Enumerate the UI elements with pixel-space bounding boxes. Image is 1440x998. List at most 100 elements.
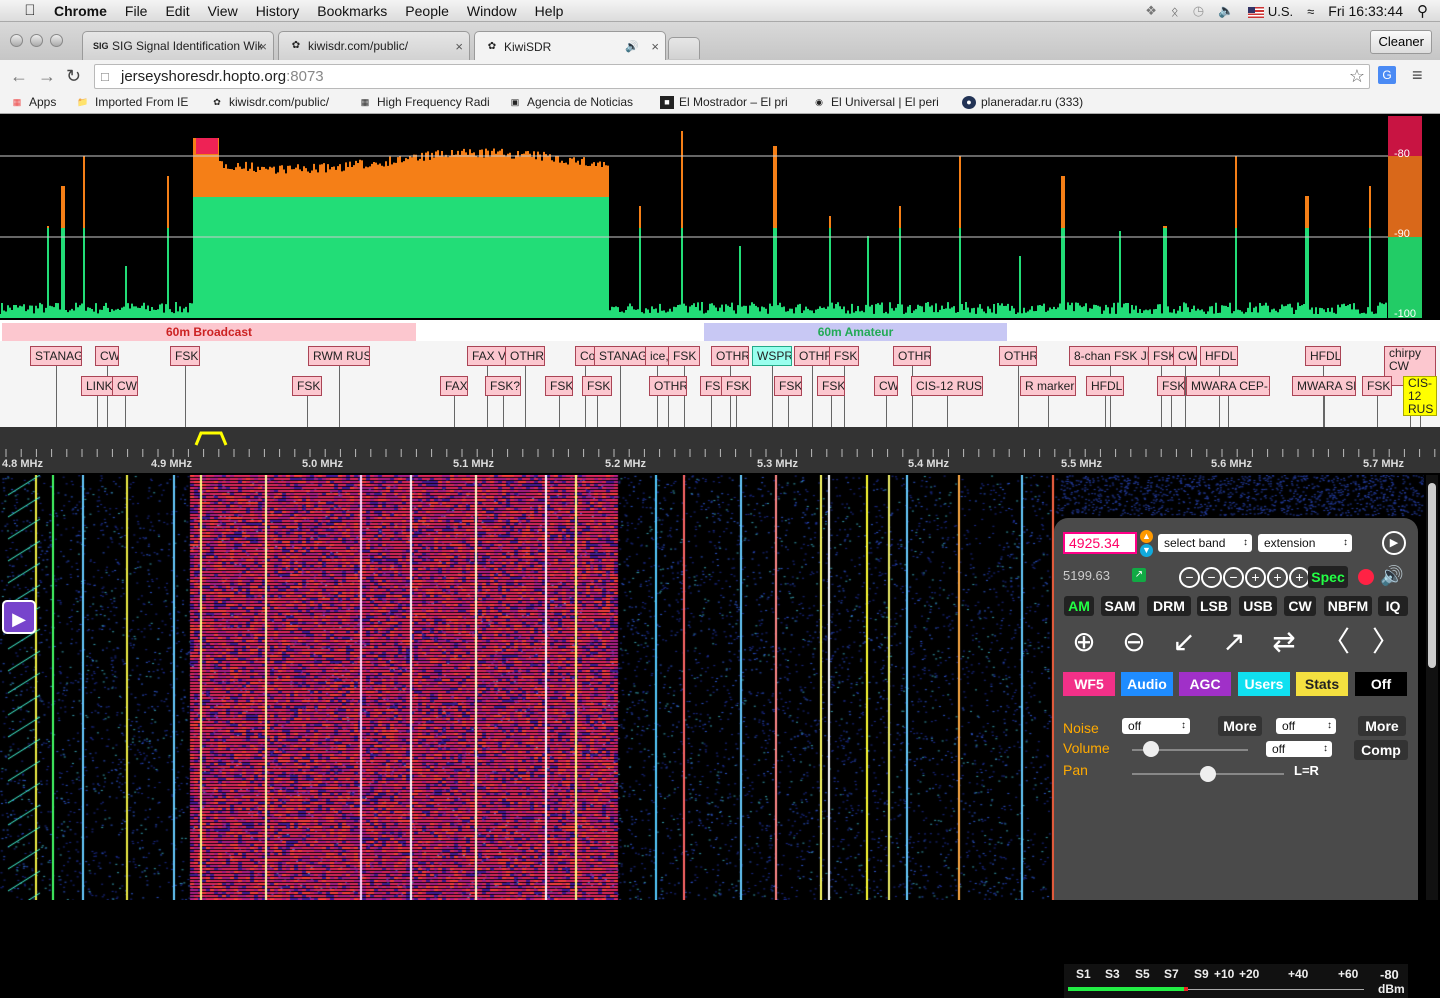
signal-label[interactable]: FSK — [817, 376, 845, 396]
signal-label[interactable]: OTHR — [794, 346, 830, 366]
signal-label[interactable]: CW — [112, 376, 138, 396]
pan-knob[interactable] — [1200, 766, 1216, 782]
mode-am[interactable]: AM — [1064, 596, 1094, 616]
waterfall-scrollbar[interactable] — [1426, 475, 1438, 900]
mode-iq[interactable]: IQ — [1378, 596, 1408, 616]
noise-dropdown-2[interactable]: off ↕ — [1276, 718, 1336, 734]
url-input[interactable]: □ jerseyshoresdr.hopto.org:8073 ☆ — [94, 64, 1370, 89]
bookmark-el-universal[interactable]: ◉ El Universal | El peri — [812, 95, 946, 109]
volume-dropdown[interactable]: off ↕ — [1266, 741, 1332, 757]
band-60m-broadcast[interactable]: 60m Broadcast — [2, 323, 416, 341]
signal-label[interactable]: OTHR — [505, 346, 545, 366]
signal-label[interactable]: FAX — [440, 376, 468, 396]
speaker-icon[interactable]: 🔊 — [1380, 564, 1404, 588]
signal-label[interactable]: FAX VI — [467, 346, 507, 366]
signal-label[interactable]: FSK — [721, 376, 751, 396]
menu-bookmarks[interactable]: Bookmarks — [317, 3, 387, 19]
cleaner-button[interactable]: Cleaner — [1370, 30, 1432, 54]
zoom-in-icon[interactable]: + — [1289, 567, 1310, 588]
bookmark-imported-ie[interactable]: 📁 Imported From IE — [76, 95, 188, 109]
wifi-icon[interactable]: ≈ — [1307, 4, 1314, 19]
signal-label[interactable]: MWARA CEP-1 — [1186, 376, 1270, 396]
volume-knob[interactable] — [1143, 741, 1159, 757]
menu-view[interactable]: View — [208, 3, 238, 19]
more-button[interactable]: More — [1218, 716, 1262, 736]
translate-icon[interactable]: G — [1378, 66, 1396, 84]
side-play-icon[interactable]: ▶ — [2, 600, 36, 634]
signal-label[interactable]: FSK — [545, 376, 573, 396]
menu-help[interactable]: Help — [535, 3, 564, 19]
tab-users[interactable]: Users — [1238, 672, 1290, 696]
menu-edit[interactable]: Edit — [165, 3, 189, 19]
tab-audio-icon[interactable]: 🔊 — [625, 40, 639, 53]
external-link-icon[interactable]: ↗ — [1132, 568, 1146, 582]
signal-label[interactable]: FSK — [1362, 376, 1392, 396]
spotlight-search-icon[interactable]: ⚲ — [1417, 2, 1428, 20]
band-60m-amateur[interactable]: 60m Amateur — [704, 323, 1007, 341]
chevron-left-icon[interactable]: 〈 — [1316, 622, 1356, 662]
apple-icon[interactable]:  — [20, 2, 40, 19]
frequency-scale[interactable]: 4.8 MHz 4.9 MHz 5.0 MHz 5.1 MHz 5.2 MHz … — [0, 427, 1440, 473]
tab-close-icon[interactable]: × — [455, 39, 463, 54]
input-source-menu[interactable]: U.S. — [1248, 4, 1293, 19]
shrink-icon[interactable]: ↙ — [1164, 622, 1204, 662]
clock[interactable]: Fri 16:33:44 — [1328, 3, 1403, 19]
chevron-right-icon[interactable]: 〉 — [1366, 622, 1406, 662]
window-zoom-icon[interactable] — [50, 34, 63, 47]
more-button-2[interactable]: More — [1358, 716, 1406, 736]
signal-label[interactable]: 8-chan FSK JP — [1069, 346, 1151, 366]
mode-cw[interactable]: CW — [1284, 596, 1316, 616]
chrome-menu-icon[interactable]: ≡ — [1412, 65, 1423, 86]
zoom-out-icon[interactable]: − — [1201, 567, 1222, 588]
signal-label[interactable]: FSK — [170, 346, 200, 366]
frequency-input[interactable]: 4925.34 — [1063, 532, 1137, 554]
tab-kiwisdr-public[interactable]: ✿ kiwisdr.com/public/ × — [278, 31, 470, 60]
mode-drm[interactable]: DRM — [1147, 596, 1191, 616]
expand-icon[interactable]: ↗ — [1214, 622, 1254, 662]
signal-label[interactable]: HFDL — [1086, 376, 1124, 396]
time-machine-icon[interactable]: ◷ — [1193, 3, 1204, 19]
noise-dropdown[interactable]: off ↕ — [1122, 718, 1190, 734]
zoom-in-icon[interactable]: + — [1245, 567, 1266, 588]
window-close-icon[interactable] — [10, 34, 23, 47]
signal-label[interactable]: STANAG — [30, 346, 82, 366]
signal-label[interactable]: FSK — [582, 376, 612, 396]
mode-sam[interactable]: SAM — [1101, 596, 1139, 616]
signal-label[interactable]: OTHR — [711, 346, 749, 366]
signal-label[interactable]: FSK — [700, 376, 722, 396]
bookmark-apps[interactable]: ▦ Apps — [10, 95, 57, 109]
freq-step-icon[interactable]: ▲ — [1140, 530, 1153, 543]
bookmark-hf-radio[interactable]: ▦ High Frequency Radi — [358, 95, 493, 109]
signal-label[interactable]: FSK — [1148, 346, 1174, 366]
menu-history[interactable]: History — [256, 3, 300, 19]
menu-app-name[interactable]: Chrome — [54, 3, 107, 19]
menu-window[interactable]: Window — [467, 3, 517, 19]
window-minimize-icon[interactable] — [30, 34, 43, 47]
signal-label[interactable]: FSK — [292, 376, 322, 396]
signal-label[interactable]: HFDL — [1305, 346, 1341, 366]
bookmark-planeradar[interactable]: ● planeradar.ru (333) — [962, 95, 1083, 109]
signal-label[interactable]: Co — [575, 346, 595, 366]
bookmark-agencia[interactable]: ▣ Agencia de Noticias — [508, 95, 640, 109]
signal-label[interactable]: FSK — [668, 346, 700, 366]
zoom-in-magnifier-icon[interactable]: ⊕ — [1064, 622, 1104, 662]
mode-lsb[interactable]: LSB — [1197, 596, 1231, 616]
new-tab-button[interactable] — [668, 37, 700, 59]
tab-agc[interactable]: AGC — [1179, 672, 1231, 696]
zoom-out-magnifier-icon[interactable]: ⊖ — [1114, 622, 1154, 662]
signal-label[interactable]: FSK — [1157, 376, 1185, 396]
dropbox-icon[interactable]: ❖ — [1145, 3, 1157, 19]
signal-label[interactable]: FSK — [774, 376, 802, 396]
tab-close-icon[interactable]: × — [259, 39, 267, 54]
record-icon[interactable] — [1358, 569, 1374, 585]
volume-icon[interactable]: 🔈 — [1218, 3, 1234, 19]
signal-label[interactable]: CW — [874, 376, 898, 396]
extension-dropdown[interactable]: extension ↕ — [1258, 534, 1352, 552]
bookmark-kiwisdr-public[interactable]: ✿ kiwisdr.com/public/ — [210, 95, 329, 109]
spec-button[interactable]: Spec — [1308, 566, 1348, 588]
signal-label[interactable]: FSK? — [485, 376, 521, 396]
signal-label[interactable]: OTHR — [649, 376, 687, 396]
signal-label[interactable]: OTHR — [893, 346, 931, 366]
tab-wf[interactable]: WF5 — [1063, 672, 1115, 696]
tab-close-icon[interactable]: × — [651, 39, 659, 54]
